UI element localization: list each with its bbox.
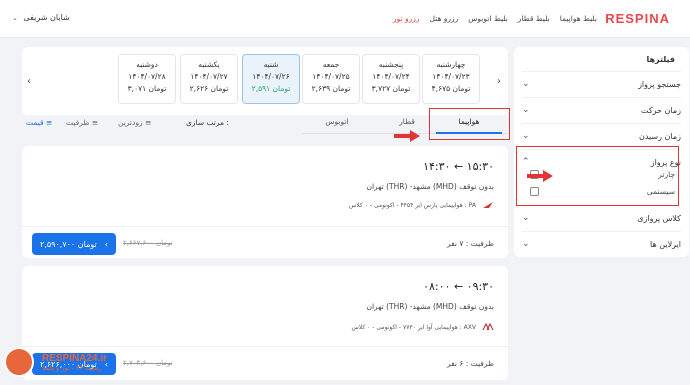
chevron-left-icon[interactable]: ‹ [27, 76, 31, 87]
filter-flight-class[interactable]: کلاس پروازی ⌄ [522, 207, 681, 229]
filter-label: جستجو پرواز [638, 79, 681, 89]
flight-route: تهران (THR) -مشهد (MHD) بدون توقف [366, 182, 494, 191]
annotation-arrow-icon [527, 170, 553, 182]
sort-price[interactable]: قیمت ≡ [26, 118, 52, 127]
sort-lines-icon: ≡ [91, 118, 99, 127]
sort-option-label: قیمت [26, 118, 44, 127]
date-value: ۱۴۰۴/۰۷/۲۸ [128, 72, 166, 81]
airline-info: هواپیمایی آوا ایر ۷۷۳۰ - اکونومی - ۰ کلا… [351, 322, 494, 332]
old-price: ۲,۶۶۷,۶۰۰ تومان [123, 239, 173, 247]
date-price: ۲,۶۳۹ تومان [311, 84, 351, 93]
filter-airlines[interactable]: ایرلاین ها ⌄ [522, 233, 681, 255]
date-card[interactable]: پنجشنبه ۱۴۰۴/۰۷/۲۴ ۳,۷۲۷ تومان [362, 54, 420, 104]
watermark-subtitle: رسپینا ۲۴ - تور و بلیط [42, 363, 102, 372]
date-card[interactable]: یکشنبه ۱۴۰۴/۰۷/۲۷ ۲,۶۲۶ تومان [180, 54, 238, 104]
flight-route: تهران (THR) -مشهد (MHD) بدون توقف [366, 302, 494, 311]
date-day: یکشنبه [198, 60, 220, 69]
sort-option-label: ظرفیت [66, 118, 90, 127]
user-menu[interactable]: ⌄ شایان شریفی [12, 13, 70, 22]
sort-capacity[interactable]: ظرفیت ≡ [66, 118, 98, 127]
airline-info: هواپیمایی پارس ایر ۴۴۵۴ - اکونومی - ۰ کل… [349, 200, 494, 210]
date-day: جمعه [322, 60, 340, 69]
date-card-selected[interactable]: شنبه ۱۴۰۴/۰۷/۲۶ ۲,۵۹۱ تومان [242, 54, 300, 104]
chevron-down-icon: ⌄ [522, 239, 530, 249]
flight-time: ۰۸:۰۰ ← ۰۹:۳۰ [423, 280, 494, 293]
filters-title: فیلترها [646, 55, 675, 64]
chevron-left-icon: ‹ [104, 239, 108, 249]
chevron-down-icon: ⌄ [522, 213, 530, 223]
divider [22, 226, 508, 227]
date-value: ۱۴۰۴/۰۷/۲۴ [372, 72, 410, 81]
date-card[interactable]: دوشنبه ۱۴۰۴/۰۷/۲۸ ۳,۰۷۱ تومان [118, 54, 176, 104]
annotation-box [429, 108, 510, 140]
date-price: ۲,۶۲۶ تومان [189, 84, 229, 93]
capacity: ظرفیت : ۶ نفر [446, 359, 494, 368]
date-day: دوشنبه [136, 60, 158, 69]
nav-hotel[interactable]: رزرو هتل [430, 14, 459, 23]
nav-tour[interactable]: رزرو تور [393, 14, 419, 23]
date-price: ۳,۷۲۷ تومان [371, 84, 411, 93]
date-day: شنبه [263, 60, 279, 69]
nav-train[interactable]: بلیط قطار [518, 14, 550, 23]
flight-card[interactable]: ۱۴:۳۰ ← ۱۵:۳۰ تهران (THR) -مشهد (MHD) بد… [22, 146, 508, 258]
sort-lines-icon: ≡ [145, 118, 152, 127]
flight-time: ۱۴:۳۰ ← ۱۵:۳۰ [423, 160, 494, 173]
date-value: ۱۴۰۴/۰۷/۲۷ [190, 72, 228, 81]
date-card[interactable]: جمعه ۱۴۰۴/۰۷/۲۵ ۲,۶۳۹ تومان [302, 54, 360, 104]
watermark-logo-icon [4, 347, 34, 377]
filter-arrival-time[interactable]: زمان رسیدن ⌄ [522, 125, 681, 147]
pars-air-logo-icon [483, 202, 493, 208]
chevron-right-icon[interactable]: › [497, 76, 501, 87]
filter-label: زمان رسیدن [638, 131, 681, 141]
airline-text: هواپیمایی آوا ایر ۷۷۳۰ - اکونومی - ۰ کلا… [351, 323, 476, 331]
nav-bus[interactable]: بلیط اتوبوس [468, 14, 508, 23]
date-price: ۴,۶۷۵ تومان [431, 84, 471, 93]
respina-logo[interactable]: RESPINA [605, 11, 670, 26]
divider [522, 123, 681, 124]
date-value: ۱۴۰۴/۰۷/۲۶ [252, 72, 290, 81]
date-strip: › ‹ چهارشنبه ۱۴۰۴/۰۷/۲۳ ۴,۶۷۵ تومان پنجش… [22, 47, 508, 115]
sort-option-label: زودترین [118, 118, 143, 127]
date-value: ۱۴۰۴/۰۷/۲۳ [432, 72, 470, 81]
filter-departure-time[interactable]: زمان حرکت ⌄ [522, 99, 681, 121]
date-price: ۳,۰۷۱ تومان [127, 84, 167, 93]
chevron-down-icon: ⌄ [522, 131, 530, 141]
ava-air-logo-icon [482, 322, 494, 331]
sort-lines-icon: ≡ [45, 118, 53, 127]
capacity: ظرفیت : ۷ نفر [446, 239, 494, 248]
nav-flight[interactable]: بلیط هواپیما [560, 14, 597, 23]
airline-text: هواپیمایی پارس ایر ۴۴۵۴ - اکونومی - ۰ کل… [348, 201, 476, 209]
main-nav: بلیط هواپیما بلیط قطار بلیط اتوبوس رزرو … [393, 14, 597, 23]
annotation-arrow-icon [394, 130, 420, 142]
old-price: ۲,۷۰۴,۶۰۰ تومان [123, 359, 173, 367]
filter-label: زمان حرکت [640, 105, 681, 115]
top-bar: RESPINA بلیط هواپیما بلیط قطار بلیط اتوب… [0, 0, 690, 38]
chevron-down-icon: ⌄ [12, 14, 18, 22]
sort-earliest[interactable]: زودترین ≡ [118, 118, 151, 127]
watermark-title: RESPINA24.ir [42, 352, 108, 364]
divider [522, 97, 681, 98]
filter-search-flight[interactable]: جستجو پرواز ⌄ [522, 73, 681, 95]
date-day: پنجشنبه [378, 60, 404, 69]
chevron-down-icon: ⌄ [522, 79, 530, 89]
date-day: چهارشنبه [436, 60, 466, 69]
date-card[interactable]: چهارشنبه ۱۴۰۴/۰۷/۲۳ ۴,۶۷۵ تومان [422, 54, 480, 104]
filter-label: ایرلاین ها [650, 239, 681, 249]
watermark: RESPINA24.ir رسپینا ۲۴ - تور و بلیط [4, 347, 107, 377]
chevron-down-icon: ⌄ [522, 105, 530, 115]
divider [522, 71, 681, 72]
user-name: شایان شریفی [23, 13, 70, 22]
sort-label: مرتب سازی : [186, 118, 229, 127]
select-flight-button[interactable]: ۲,۵۹۰,۷۰۰ تومان ‹ [32, 233, 116, 255]
tab-bus[interactable]: اتوبوس [304, 117, 370, 126]
divider [522, 231, 681, 232]
date-value: ۱۴۰۴/۰۷/۲۵ [312, 72, 350, 81]
date-price: ۲,۵۹۱ تومان [251, 84, 291, 93]
price-label: ۲,۵۹۰,۷۰۰ تومان [40, 239, 97, 249]
filter-label: کلاس پروازی [637, 213, 681, 223]
